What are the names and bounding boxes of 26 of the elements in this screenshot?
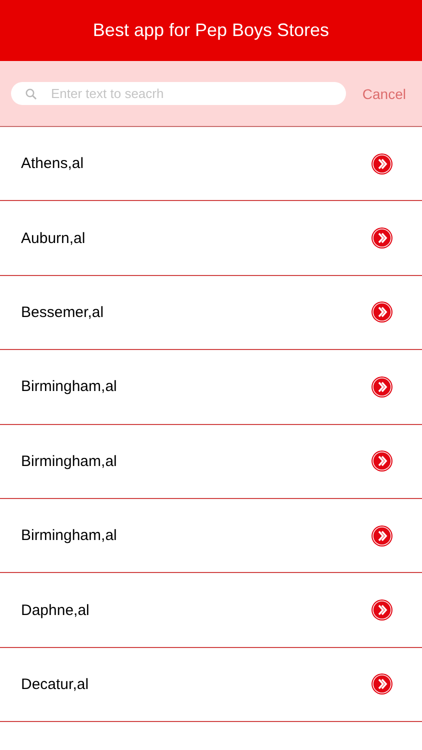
- store-name: Athens,al: [21, 155, 84, 172]
- chevron-icon[interactable]: [371, 301, 393, 324]
- chevron-icon[interactable]: [371, 524, 393, 547]
- store-name: Decatur,al: [21, 676, 89, 693]
- chevron-icon[interactable]: [371, 152, 393, 175]
- store-row[interactable]: Daphne,al: [0, 573, 422, 648]
- store-name: Auburn,al: [21, 230, 86, 247]
- store-row[interactable]: Bessemer,al: [0, 276, 422, 350]
- store-row[interactable]: Birmingham,al: [0, 424, 422, 499]
- chevron-icon[interactable]: [371, 673, 393, 696]
- store-row[interactable]: Athens,al: [0, 127, 422, 202]
- store-row[interactable]: Decatur,al: [0, 648, 422, 722]
- chevron-icon[interactable]: [371, 450, 393, 472]
- search-field[interactable]: Enter text to seacrh: [11, 82, 346, 105]
- store-name: Birmingham,al: [21, 527, 117, 544]
- store-row[interactable]: Birmingham,al: [0, 498, 422, 574]
- store-row[interactable]: Birmingham,al: [0, 350, 422, 425]
- app-title: Best app for Pep Boys Stores: [92, 20, 330, 41]
- chevron-icon[interactable]: [371, 599, 393, 622]
- chevron-icon[interactable]: [371, 227, 393, 250]
- store-name: Daphne,al: [21, 602, 90, 619]
- store-row[interactable]: Auburn,al: [0, 201, 422, 276]
- chevron-icon[interactable]: [371, 376, 393, 398]
- store-name: Birmingham,al: [21, 452, 117, 470]
- store-name: Bessemer,al: [21, 304, 104, 321]
- store-name: Birmingham,al: [21, 378, 117, 396]
